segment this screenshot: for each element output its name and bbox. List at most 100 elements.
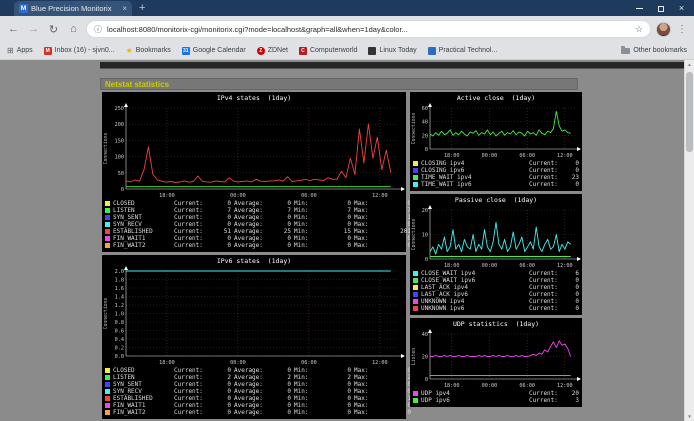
ipv4-chart-title: IPv4 states (1day)	[102, 94, 406, 103]
svg-text:12:00: 12:00	[372, 360, 388, 366]
legend-stat: Average:0	[234, 409, 291, 416]
udp-statistics-chart[interactable]: 4020018:0000:0006:0012:00Listen	[410, 329, 582, 389]
window-minimize-button[interactable]	[629, 0, 650, 16]
legend-row: CLOSEDCurrent:0Average:0Min:0Max:0	[105, 200, 403, 207]
legend-stat: Min:0	[294, 409, 351, 416]
bookmark-label: Linux Today	[379, 47, 416, 54]
bookmark-star-icon[interactable]: ☆	[635, 24, 643, 35]
legend-color-swatch	[413, 306, 418, 311]
section-header: Netstat statistics	[100, 78, 578, 90]
udp-statistics-panel: UDP statistics (1day) 4020018:0000:0006:…	[410, 318, 582, 407]
previous-section-edge	[100, 62, 684, 69]
bookmark-item[interactable]: Linux Today	[368, 47, 416, 55]
active-close-legend: CLOSING ipv4Current:0CLOSING ipv6Current…	[410, 159, 582, 188]
legend-stat: Average:0	[234, 367, 291, 374]
svg-text:1.4: 1.4	[115, 295, 124, 301]
url-text[interactable]: localhost:8080/monitorix-cgi/monitorix.c…	[107, 25, 630, 34]
legend-color-swatch	[413, 391, 418, 396]
legend-stat: Current:0	[174, 242, 231, 249]
active-close-chart[interactable]: 604020018:0000:0006:0012:00Connections	[410, 103, 582, 159]
scrollbar-up-arrow[interactable]: ▲	[685, 62, 694, 67]
bookmark-label: Practical Technol...	[439, 47, 498, 54]
page-scrollbar[interactable]: ▲ ▼	[684, 60, 694, 421]
site-info-icon[interactable]: ⓘ	[94, 24, 102, 35]
bookmark-item[interactable]: ★Bookmarks	[126, 47, 171, 55]
svg-text:1.2: 1.2	[115, 303, 124, 309]
legend-color-swatch	[105, 243, 110, 248]
legend-color-swatch	[105, 375, 110, 380]
passive-close-chart[interactable]: 2010018:0000:0006:0012:00Connections	[410, 205, 582, 269]
legend-label: TIME_WAIT ipv4	[421, 174, 526, 181]
bookmark-item[interactable]: ⊞Apps	[7, 47, 33, 55]
ipv6-chart-title: IPv6 states (1day)	[102, 257, 406, 266]
tab-close-icon[interactable]: ×	[122, 5, 127, 13]
legend-label: LAST_ACK ipv6	[421, 291, 526, 298]
legend-color-swatch	[105, 201, 110, 206]
svg-text:00:00: 00:00	[482, 263, 498, 269]
scrollbar-down-arrow[interactable]: ▼	[685, 414, 694, 419]
active-close-chart-title: Active close (1day)	[410, 94, 582, 103]
legend-label: SYN_SENT	[113, 381, 171, 388]
legend-stat: Average:0	[234, 214, 291, 221]
legend-row: FIN_WAIT1Current:0Average:0Min:0Max:0	[105, 235, 403, 242]
window-maximize-button[interactable]	[650, 0, 671, 16]
active-close-panel: Active close (1day) 604020018:0000:0006:…	[410, 92, 582, 191]
svg-text:0.2: 0.2	[115, 346, 124, 352]
new-tab-button[interactable]: +	[139, 2, 145, 14]
scrollbar-thumb[interactable]	[686, 72, 693, 152]
tab-title: Blue Precision Monitorix	[31, 4, 119, 13]
legend-stat: Average:0	[234, 402, 291, 409]
bookmark-label: Google Calendar	[193, 47, 246, 54]
legend-stat: Average:0	[234, 381, 291, 388]
legend-stat: Max:0	[354, 388, 411, 395]
browser-menu-icon[interactable]: ⋮	[676, 24, 688, 35]
legend-label: UDP ipv4	[421, 390, 526, 397]
legend-row: ESTABLISHEDCurrent:0Average:0Min:0Max:1	[105, 395, 403, 402]
svg-text:00:00: 00:00	[482, 383, 498, 389]
legend-row: TIME_WAIT ipv6Current:0	[413, 181, 579, 188]
svg-text:250: 250	[115, 106, 124, 112]
profile-avatar[interactable]	[656, 22, 671, 37]
legend-color-swatch	[105, 382, 110, 387]
other-bookmarks-button[interactable]: Other bookmarks	[621, 47, 687, 54]
legend-label: CLOSING ipv6	[421, 167, 526, 174]
legend-stat: Min:0	[294, 367, 351, 374]
legend-stat: Max:1	[354, 395, 411, 402]
bookmark-item[interactable]: Practical Technol...	[428, 47, 498, 55]
legend-stat: Max:0	[354, 221, 411, 228]
ipv6-states-chart[interactable]: 2.01.81.61.41.21.00.80.60.40.20.018:0000…	[102, 266, 406, 366]
forward-icon[interactable]: →	[26, 23, 41, 35]
legend-stat: Average:0	[234, 200, 291, 207]
svg-text:00:00: 00:00	[230, 193, 246, 199]
svg-text:20: 20	[422, 133, 428, 139]
legend-row: SYN_SENTCurrent:0Average:0Min:0Max:0	[105, 381, 403, 388]
svg-text:Connections: Connections	[103, 133, 109, 165]
window-close-button[interactable]: ×	[671, 0, 692, 16]
svg-text:0: 0	[425, 257, 428, 263]
legend-stat: Min:2	[294, 374, 351, 381]
bookmarks-items: ⊞Apps MInbox (16) - sjvn0... ★Bookmarks 31G…	[7, 47, 497, 55]
bookmark-item[interactable]: MInbox (16) - sjvn0...	[44, 47, 115, 55]
legend-stat: Current:20	[529, 390, 579, 397]
bookmark-item[interactable]: CComputerworld	[299, 47, 357, 55]
legend-stat: Current:0	[529, 284, 579, 291]
home-icon[interactable]: ⌂	[66, 23, 81, 35]
browser-tab[interactable]: M Blue Precision Monitorix ×	[14, 1, 132, 16]
bookmark-label: ZDNet	[268, 47, 288, 54]
title-bar: M Blue Precision Monitorix × + ×	[0, 0, 694, 16]
svg-text:20: 20	[422, 355, 428, 361]
legend-row: FIN_WAIT1Current:0Average:0Min:0Max:0	[105, 402, 403, 409]
legend-stat: Min:0	[294, 395, 351, 402]
reload-icon[interactable]: ↻	[46, 23, 61, 36]
legend-stat: Max:1	[354, 214, 411, 221]
back-icon[interactable]: ←	[6, 23, 21, 35]
address-bar[interactable]: ⓘ localhost:8080/monitorix-cgi/monitorix…	[86, 20, 651, 38]
legend-stat: Current:0	[529, 277, 579, 284]
bookmark-item[interactable]: ZZDNet	[257, 47, 288, 55]
ipv4-states-chart[interactable]: 25020015010050018:0000:0006:0012:00Conne…	[102, 103, 406, 199]
legend-stat: Min:7	[294, 207, 351, 214]
bookmark-item[interactable]: 31Google Calendar	[182, 47, 246, 55]
legend-label: UDP ipv6	[421, 397, 526, 404]
legend-row: FIN_WAIT2Current:0Average:0Min:0Max:0	[105, 409, 403, 416]
bookmark-favicon-icon: M	[44, 47, 52, 55]
